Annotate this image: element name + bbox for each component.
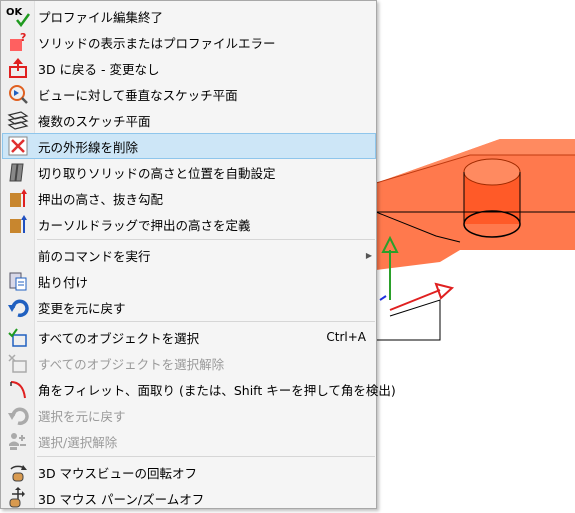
blank-icon — [2, 242, 34, 268]
menu-item-label: 変更を元に戻す — [38, 300, 126, 316]
multiple-planes-icon — [2, 107, 34, 133]
menu-item-label: 角をフィレット、面取り (または、Shift キーを押して角を検出) — [38, 382, 396, 398]
menu-item-exit-profile-edit[interactable]: OK プロファイル編集終了 — [2, 3, 376, 29]
menu-item-show-solid-errors[interactable]: ? ソリッドの表示またはプロファイルエラー — [2, 29, 376, 55]
select-all-icon — [2, 324, 34, 350]
svg-text:OK: OK — [6, 7, 24, 18]
undo-icon — [2, 294, 34, 320]
svg-text:?: ? — [20, 31, 26, 44]
menu-item-deselect-all: すべてのオブジェクトを選択解除 — [2, 350, 376, 376]
menu-item-label: ソリッドの表示またはプロファイルエラー — [38, 35, 276, 51]
menu-item-label: 貼り付け — [38, 274, 89, 290]
delete-outline-icon — [2, 133, 34, 159]
mouse-rotate-icon — [2, 459, 34, 485]
menu-item-extrude-height-draft[interactable]: 押出の高さ、抜き勾配 — [2, 185, 376, 211]
menu-item-multiple-planes[interactable]: 複数のスケッチ平面 — [2, 107, 376, 133]
menu-item-repeat-command[interactable]: 前のコマンドを実行 ▶ — [2, 242, 376, 268]
menu-item-label: 複数のスケッチ平面 — [38, 113, 151, 129]
menu-item-normal-to-view[interactable]: ビューに対して垂直なスケッチ平面 — [2, 81, 376, 107]
menu-item-delete-outline[interactable]: 元の外形線を削除 — [2, 133, 376, 159]
menu-item-label: 押出の高さ、抜き勾配 — [38, 191, 164, 207]
context-menu: OK プロファイル編集終了 ? ソリッドの表示またはプロファイルエラー 3D に… — [0, 0, 396, 511]
menu-item-undo[interactable]: 変更を元に戻す — [2, 294, 376, 320]
menu-separator — [37, 456, 375, 457]
menu-item-label: すべてのオブジェクトを選択解除 — [38, 356, 225, 372]
menu-item-select-deselect: 選択/選択解除 — [2, 428, 376, 454]
auto-cut-icon — [2, 159, 34, 185]
menu-item-3d-mouse-pan-zoom-off[interactable]: 3D マウス パーン/ズームオフ — [2, 485, 376, 511]
menu-separator — [37, 239, 375, 240]
fillet-icon — [2, 376, 34, 402]
menu-item-label: 前のコマンドを実行 — [38, 248, 151, 264]
menu-item-label: 3D マウス パーン/ズームオフ — [38, 491, 205, 507]
menu-item-return-3d[interactable]: 3D に戻る - 変更なし — [2, 55, 376, 81]
deselect-all-icon — [2, 350, 34, 376]
undo-selection-icon — [2, 402, 34, 428]
menu-item-label: カーソルドラッグで押出の高さを定義 — [38, 217, 251, 233]
menu-item-label: 選択を元に戻す — [38, 408, 126, 424]
menu-item-label: 選択/選択解除 — [38, 434, 118, 450]
menu-item-label: 元の外形線を削除 — [38, 139, 139, 155]
menu-item-label: 切り取りソリッドの高さと位置を自動設定 — [38, 165, 276, 181]
paste-icon — [2, 268, 34, 294]
return-3d-icon — [2, 55, 34, 81]
menu-separator — [37, 321, 375, 322]
submenu-arrow-icon: ▶ — [365, 250, 372, 260]
menu-item-label: プロファイル編集終了 — [38, 9, 164, 25]
shortcut-select-all: Ctrl+A — [326, 330, 366, 344]
menu-item-auto-cut-height[interactable]: 切り取りソリッドの高さと位置を自動設定 — [2, 159, 376, 185]
ok-check-icon: OK — [2, 3, 34, 29]
select-toggle-icon — [2, 428, 34, 454]
menu-item-label: ビューに対して垂直なスケッチ平面 — [38, 87, 238, 103]
menu-item-label: 3D に戻る - 変更なし — [38, 61, 160, 77]
menu-item-paste[interactable]: 貼り付け — [2, 268, 376, 294]
menu-item-label: 3D マウスビューの回転オフ — [38, 465, 198, 481]
extrude-height-icon — [2, 185, 34, 211]
mouse-pan-icon — [2, 485, 34, 511]
menu-item-label: すべてのオブジェクトを選択 — [38, 330, 200, 346]
menu-item-fillet-chamfer[interactable]: 角をフィレット、面取り (または、Shift キーを押して角を検出) — [2, 376, 396, 402]
menu-item-select-all[interactable]: すべてのオブジェクトを選択 Ctrl+A — [2, 324, 376, 350]
menu-item-undo-selection: 選択を元に戻す — [2, 402, 376, 428]
menu-item-3d-mouse-rotate-off[interactable]: 3D マウスビューの回転オフ — [2, 459, 376, 485]
drag-extrude-icon — [2, 211, 34, 237]
error-question-icon: ? — [2, 29, 34, 55]
menu-item-drag-extrude[interactable]: カーソルドラッグで押出の高さを定義 — [2, 211, 376, 237]
view-normal-icon — [2, 81, 34, 107]
